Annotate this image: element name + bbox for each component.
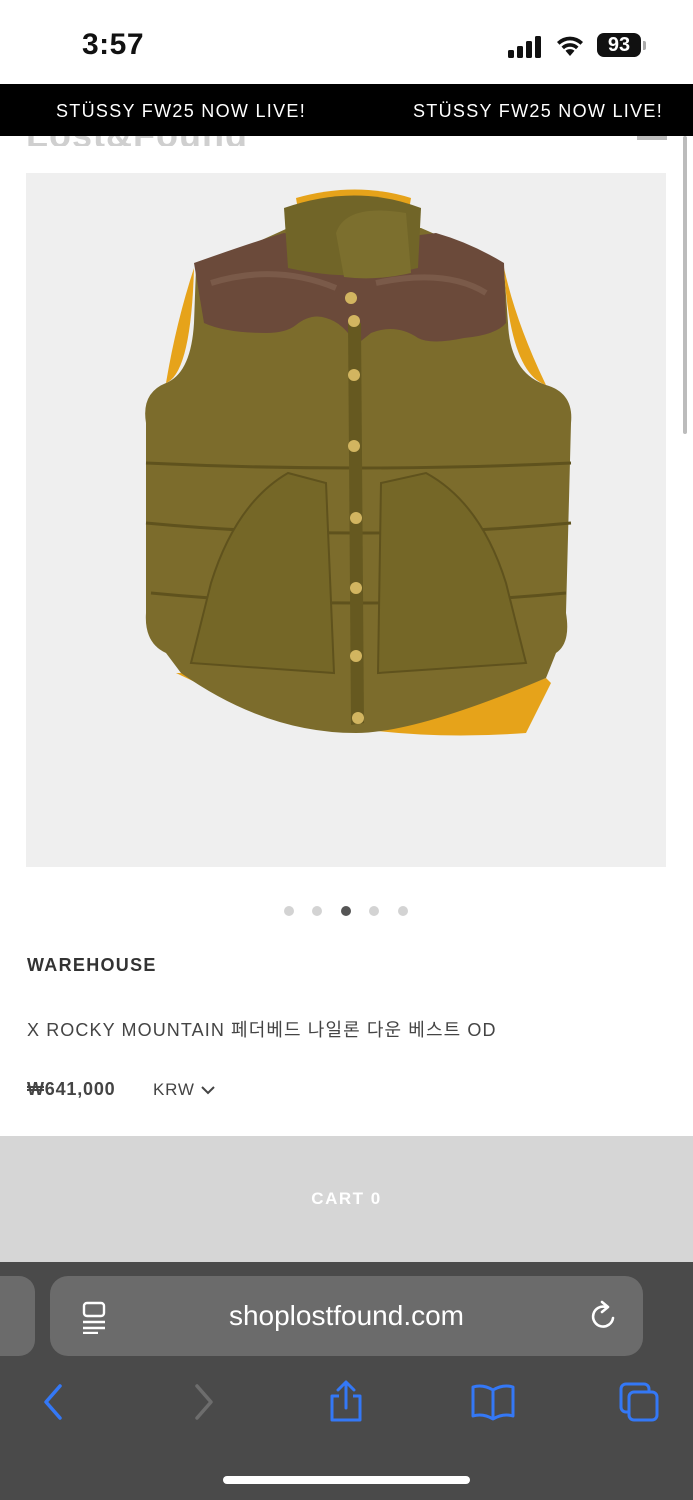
tabs-icon[interactable]	[617, 1380, 661, 1424]
cart-button[interactable]: CART 0	[0, 1136, 693, 1262]
product-price: ₩641,000	[27, 1079, 116, 1099]
home-indicator[interactable]	[223, 1476, 470, 1484]
carousel-dot[interactable]	[369, 906, 379, 916]
currency-selector[interactable]: KRW	[153, 1080, 215, 1100]
announcement-text: STÜSSY FW25 NOW LIVE!	[56, 101, 307, 121]
bookmarks-icon[interactable]	[470, 1380, 516, 1424]
product-brand[interactable]: WAREHOUSE	[27, 955, 157, 976]
site-logo[interactable]: Lost&Found	[26, 136, 286, 146]
share-icon[interactable]	[326, 1380, 366, 1424]
status-bar: 3:57 93	[0, 0, 693, 84]
back-icon[interactable]	[36, 1380, 76, 1424]
address-bar[interactable]: shoplostfound.com	[50, 1276, 643, 1356]
carousel-dot[interactable]	[398, 906, 408, 916]
scrollbar[interactable]	[683, 136, 687, 434]
previous-tab-pill[interactable]	[0, 1276, 35, 1356]
announcement-bar[interactable]: STÜSSY FW25 NOW LIVE! STÜSSY FW25 NOW LI…	[0, 84, 693, 136]
reload-icon[interactable]	[589, 1300, 619, 1332]
carousel-dot-active[interactable]	[341, 906, 351, 916]
carousel-dot[interactable]	[284, 906, 294, 916]
product-image[interactable]	[26, 173, 666, 867]
carousel-dot[interactable]	[312, 906, 322, 916]
browser-toolbar: shoplostfound.com	[0, 1262, 693, 1500]
wifi-icon	[557, 36, 583, 56]
forward-icon[interactable]	[183, 1380, 223, 1424]
cellular-signal-icon	[508, 34, 544, 58]
url-text: shoplostfound.com	[228, 1300, 465, 1331]
cart-label: CART 0	[311, 1189, 382, 1208]
battery-icon: 93	[597, 33, 641, 57]
battery-cap	[643, 41, 646, 50]
currency-label: KRW	[153, 1080, 195, 1099]
vest-illustration	[145, 189, 572, 736]
chevron-down-icon	[201, 1086, 215, 1095]
announcement-text: STÜSSY FW25 NOW LIVE!	[413, 101, 664, 121]
menu-icon[interactable]	[637, 136, 667, 140]
product-title: X ROCKY MOUNTAIN 페더베드 나일론 다운 베스트 OD	[27, 1020, 497, 1040]
clock: 3:57	[82, 28, 145, 61]
